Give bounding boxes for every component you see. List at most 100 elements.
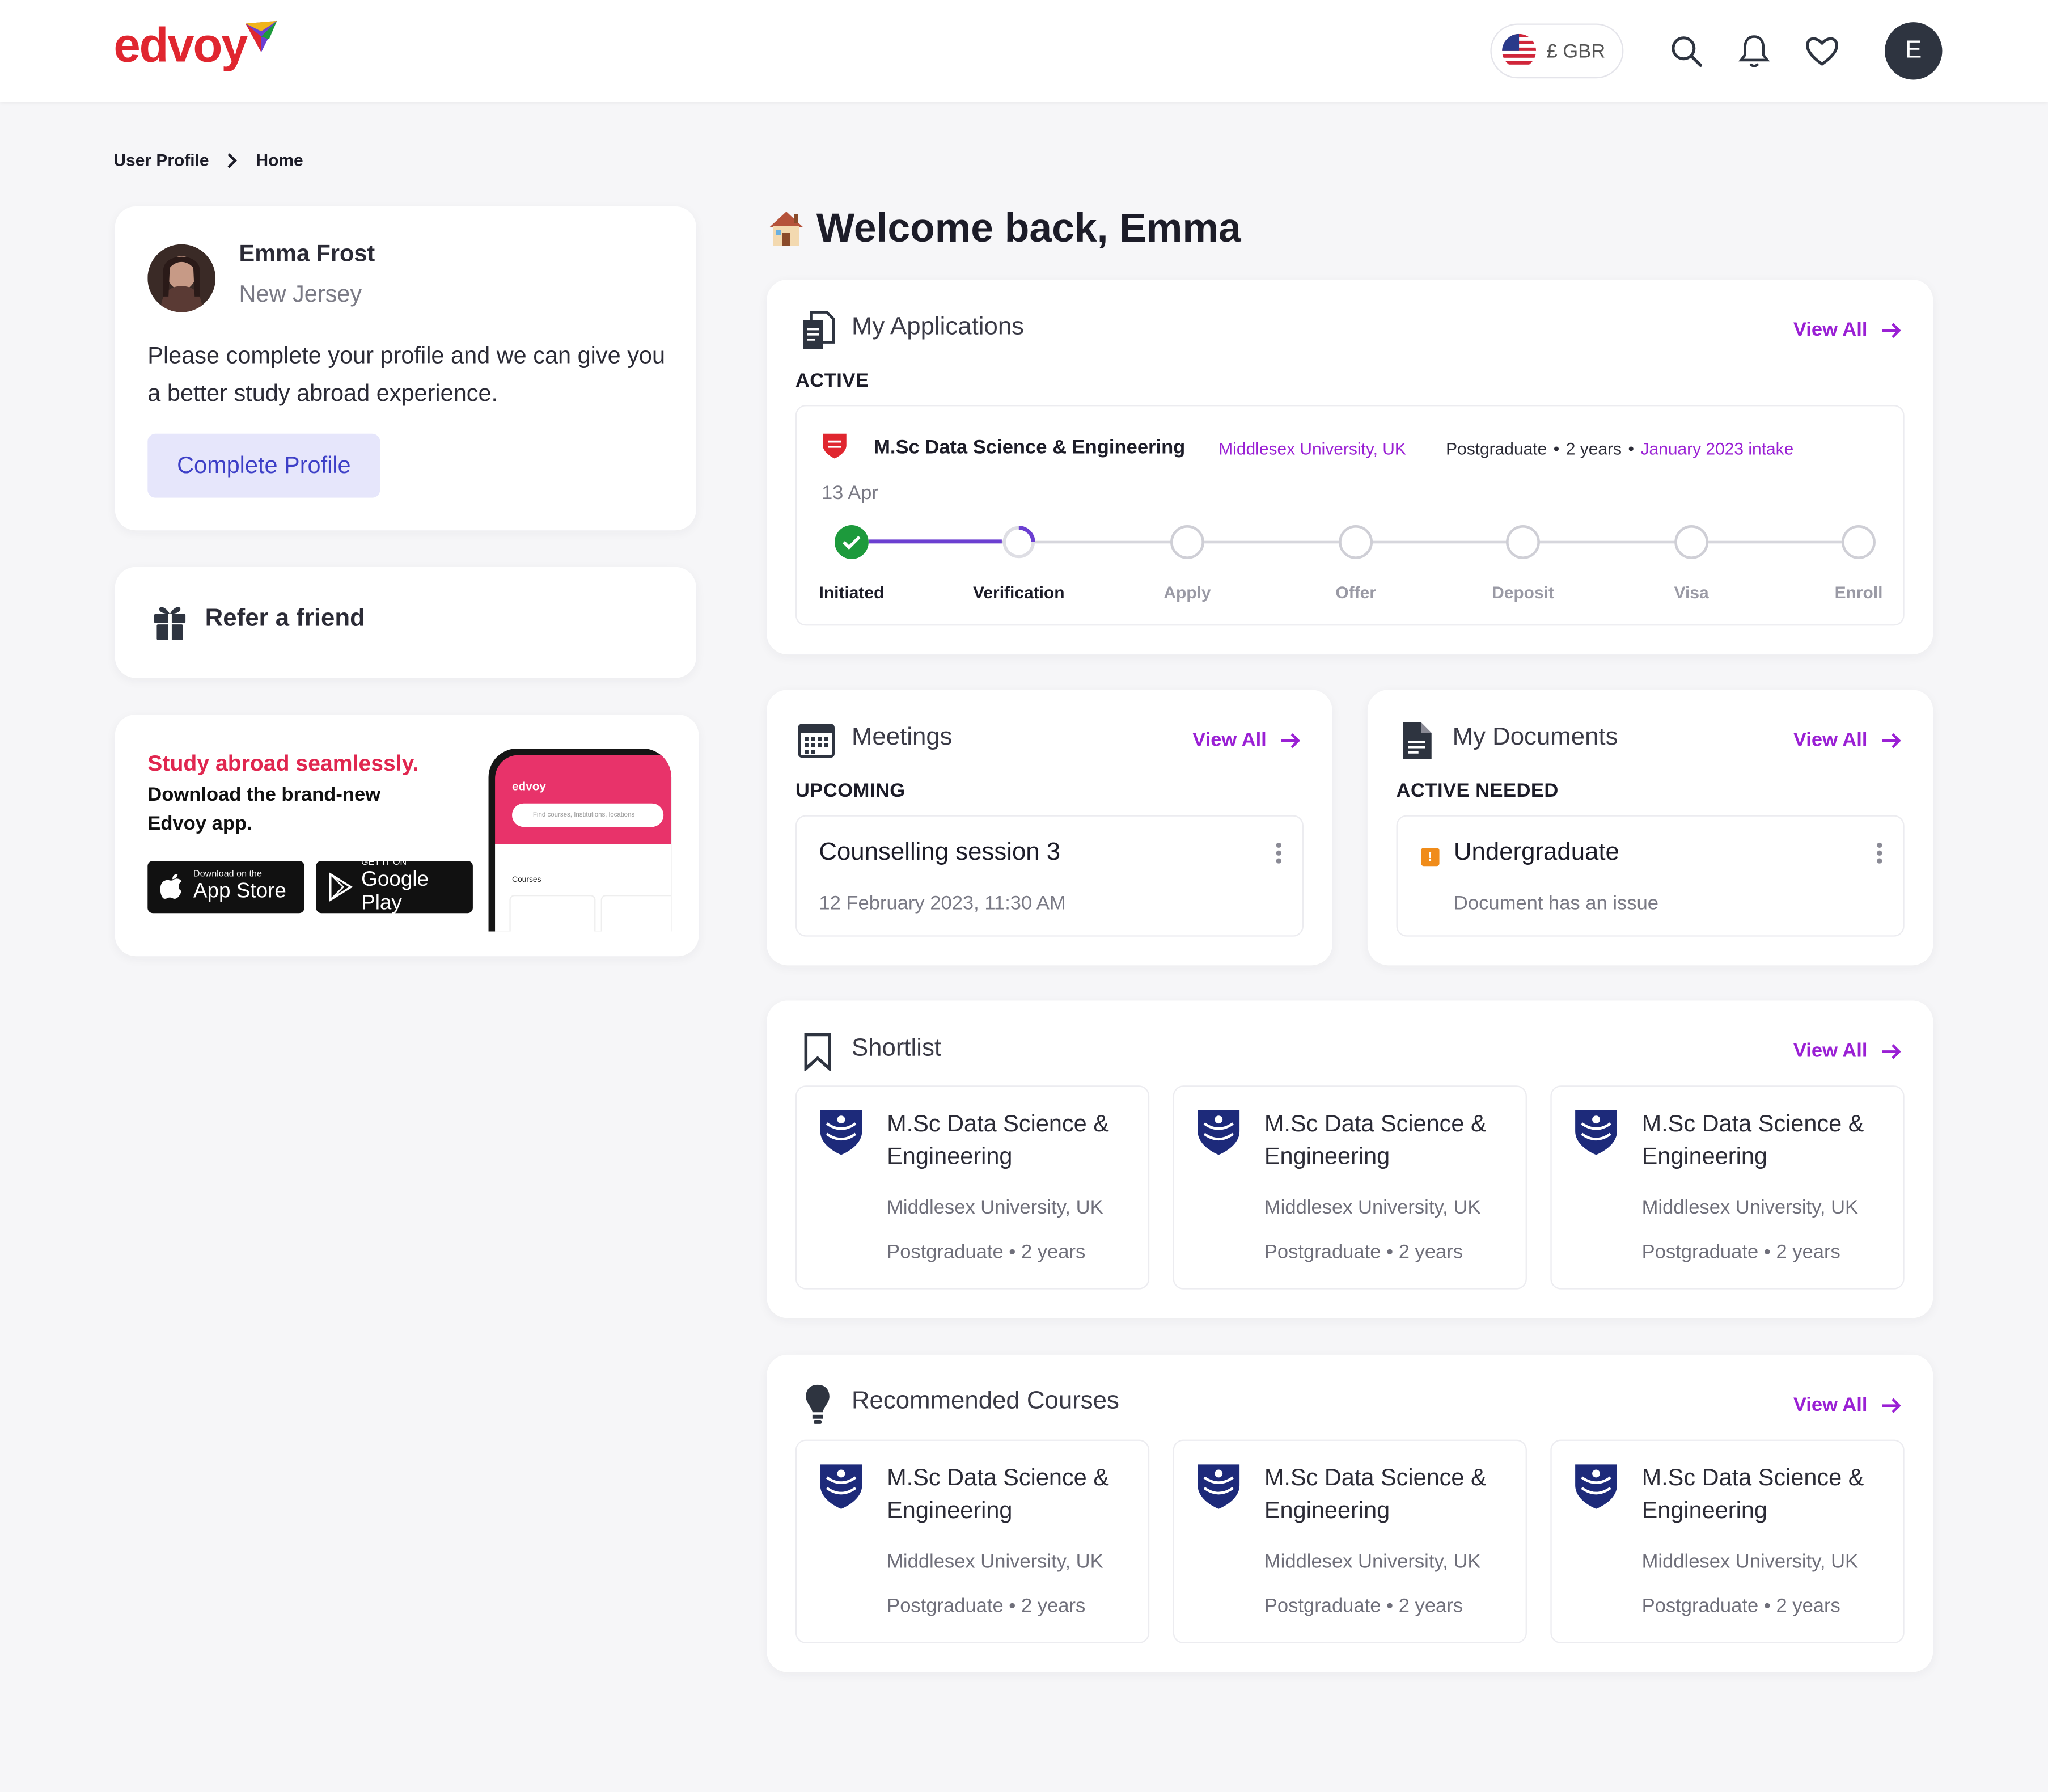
application-duration: 2 years [1565, 439, 1622, 459]
recommended-item[interactable]: M.Sc Data Science & Engineering Middlese… [795, 1439, 1150, 1643]
app-store-big: App Store [193, 880, 286, 903]
document-title: Undergraduate [1453, 838, 1619, 867]
currency-label: £ GBR [1546, 40, 1606, 62]
step-label-deposit: Deposit [1492, 582, 1554, 602]
warning-icon: ! [1421, 848, 1440, 867]
university-crest-icon [820, 1464, 862, 1509]
university-crest-icon [1198, 1464, 1240, 1509]
google-play-big: Google Play [361, 868, 429, 915]
arrow-right-icon [1881, 322, 1901, 337]
application-university[interactable]: Middlesex University, UK [1218, 439, 1406, 459]
step-label-verification: Verification [973, 582, 1065, 602]
arrow-right-icon [1881, 732, 1901, 748]
step-offer-circle [1339, 525, 1373, 559]
apple-icon [160, 874, 182, 899]
application-meta: Postgraduate • 2 years • January 2023 inta… [1446, 439, 1794, 459]
shortlist-university: Middlesex University, UK [887, 1197, 1103, 1219]
more-vertical-icon[interactable] [1275, 842, 1283, 865]
calendar-icon [798, 724, 835, 758]
gift-icon [154, 607, 186, 640]
google-play-small: GET IT ON [361, 858, 407, 868]
meetings-view-all-link[interactable]: View All [1192, 729, 1301, 751]
breadcrumb: User Profile Home [113, 150, 303, 170]
recommended-university: Middlesex University, UK [1264, 1550, 1481, 1573]
meeting-title: Counselling session 3 [819, 838, 1061, 867]
recommended-item[interactable]: M.Sc Data Science & Engineering Middlese… [1173, 1439, 1527, 1643]
breadcrumb-user-profile[interactable]: User Profile [113, 150, 209, 170]
shortlist-item[interactable]: M.Sc Data Science & Engineering Middlese… [795, 1085, 1150, 1290]
bookmark-icon [804, 1033, 831, 1071]
applications-view-all-link[interactable]: View All [1793, 319, 1902, 341]
edvoy-logo[interactable]: edvoy [113, 18, 248, 73]
document-item[interactable]: ! Undergraduate Document has an issue [1396, 815, 1905, 937]
applications-title: My Applications [851, 313, 1025, 341]
recommended-view-all-link[interactable]: View All [1793, 1394, 1902, 1416]
progress-fill [868, 539, 1002, 544]
app-store-small: Download on the [193, 870, 262, 880]
google-play-button[interactable]: GET IT ON Google Play [316, 858, 473, 915]
lightbulb-icon [806, 1384, 830, 1424]
more-vertical-icon[interactable] [1876, 842, 1884, 865]
complete-profile-button[interactable]: Complete Profile [147, 433, 380, 498]
step-initiated-check-icon [835, 525, 869, 559]
logo-mark-icon [246, 20, 277, 53]
shortlist-view-all-link[interactable]: View All [1793, 1040, 1902, 1062]
profile-avatar[interactable] [147, 244, 216, 312]
google-play-icon [329, 872, 353, 902]
university-crest-icon [1198, 1110, 1240, 1155]
recommended-item[interactable]: M.Sc Data Science & Engineering Middlese… [1550, 1439, 1905, 1643]
documents-view-all-link[interactable]: View All [1793, 729, 1902, 751]
step-label-apply: Apply [1163, 582, 1211, 602]
phone-brand: edvoy [512, 780, 546, 793]
step-enroll-circle [1842, 525, 1876, 559]
documents-view-all-label: View All [1793, 729, 1868, 751]
heart-icon[interactable] [1802, 31, 1842, 70]
university-crest-icon [823, 433, 847, 459]
shortlist-item[interactable]: M.Sc Data Science & Engineering Middlese… [1173, 1085, 1527, 1290]
recommended-meta: Postgraduate • 2 years [1264, 1595, 1463, 1617]
shortlist-university: Middlesex University, UK [1641, 1197, 1859, 1219]
phone-courses: Courses [512, 876, 541, 885]
us-flag-icon [1502, 33, 1537, 68]
meeting-time: 12 February 2023, 11:30 AM [819, 892, 1066, 915]
recommended-title: Recommended Courses [851, 1387, 1119, 1415]
step-label-initiated: Initiated [819, 582, 885, 602]
app-store-button[interactable]: Download on the App Store [147, 861, 304, 914]
application-date: 13 Apr [821, 482, 878, 505]
profile-location: New Jersey [239, 281, 362, 307]
recommended-course-title: M.Sc Data Science & Engineering [887, 1464, 1109, 1523]
step-deposit-circle [1506, 525, 1540, 559]
application-level: Postgraduate [1446, 439, 1547, 459]
chevron-right-icon [227, 153, 237, 168]
search-icon[interactable] [1666, 31, 1706, 70]
breadcrumb-home[interactable]: Home [256, 150, 303, 170]
step-label-offer: Offer [1335, 582, 1376, 602]
recommended-course-title: M.Sc Data Science & Engineering [1264, 1464, 1487, 1523]
meetings-title: Meetings [851, 724, 953, 751]
shortlist-item[interactable]: M.Sc Data Science & Engineering Middlese… [1550, 1085, 1905, 1290]
shortlist-meta: Postgraduate • 2 years [1264, 1241, 1463, 1263]
meeting-item[interactable]: Counselling session 3 12 February 2023, … [795, 815, 1304, 937]
bell-icon[interactable] [1734, 31, 1774, 70]
recommended-meta: Postgraduate • 2 years [1641, 1595, 1840, 1617]
shortlist-meta: Postgraduate • 2 years [1641, 1241, 1840, 1263]
phone-mockup: edvoy Find courses, Institutions, locati… [488, 748, 672, 932]
promo-headline: Study abroad seamlessly. [147, 751, 419, 776]
user-avatar-button[interactable]: E [1885, 22, 1943, 80]
currency-selector[interactable]: £ GBR [1490, 23, 1624, 79]
recommended-view-all-label: View All [1793, 1393, 1868, 1417]
shortlist-course-title: M.Sc Data Science & Engineering [1641, 1110, 1864, 1169]
refer-card[interactable]: Refer a friend [115, 567, 696, 678]
documents-title: My Documents [1452, 724, 1618, 751]
application-intake: January 2023 intake [1640, 439, 1794, 459]
meetings-status: UPCOMING [795, 780, 905, 802]
recommended-university: Middlesex University, UK [1641, 1550, 1859, 1573]
recommended-course-title: M.Sc Data Science & Engineering [1641, 1464, 1864, 1523]
phone-search: Find courses, Institutions, locations [512, 803, 664, 827]
documents-status: ACTIVE NEEDED [1396, 780, 1559, 802]
application-course: M.Sc Data Science & Engineering [874, 436, 1186, 459]
university-crest-icon [820, 1110, 862, 1155]
document-icon [1403, 722, 1432, 759]
shortlist-meta: Postgraduate • 2 years [887, 1241, 1086, 1263]
document-sub: Document has an issue [1453, 892, 1659, 915]
